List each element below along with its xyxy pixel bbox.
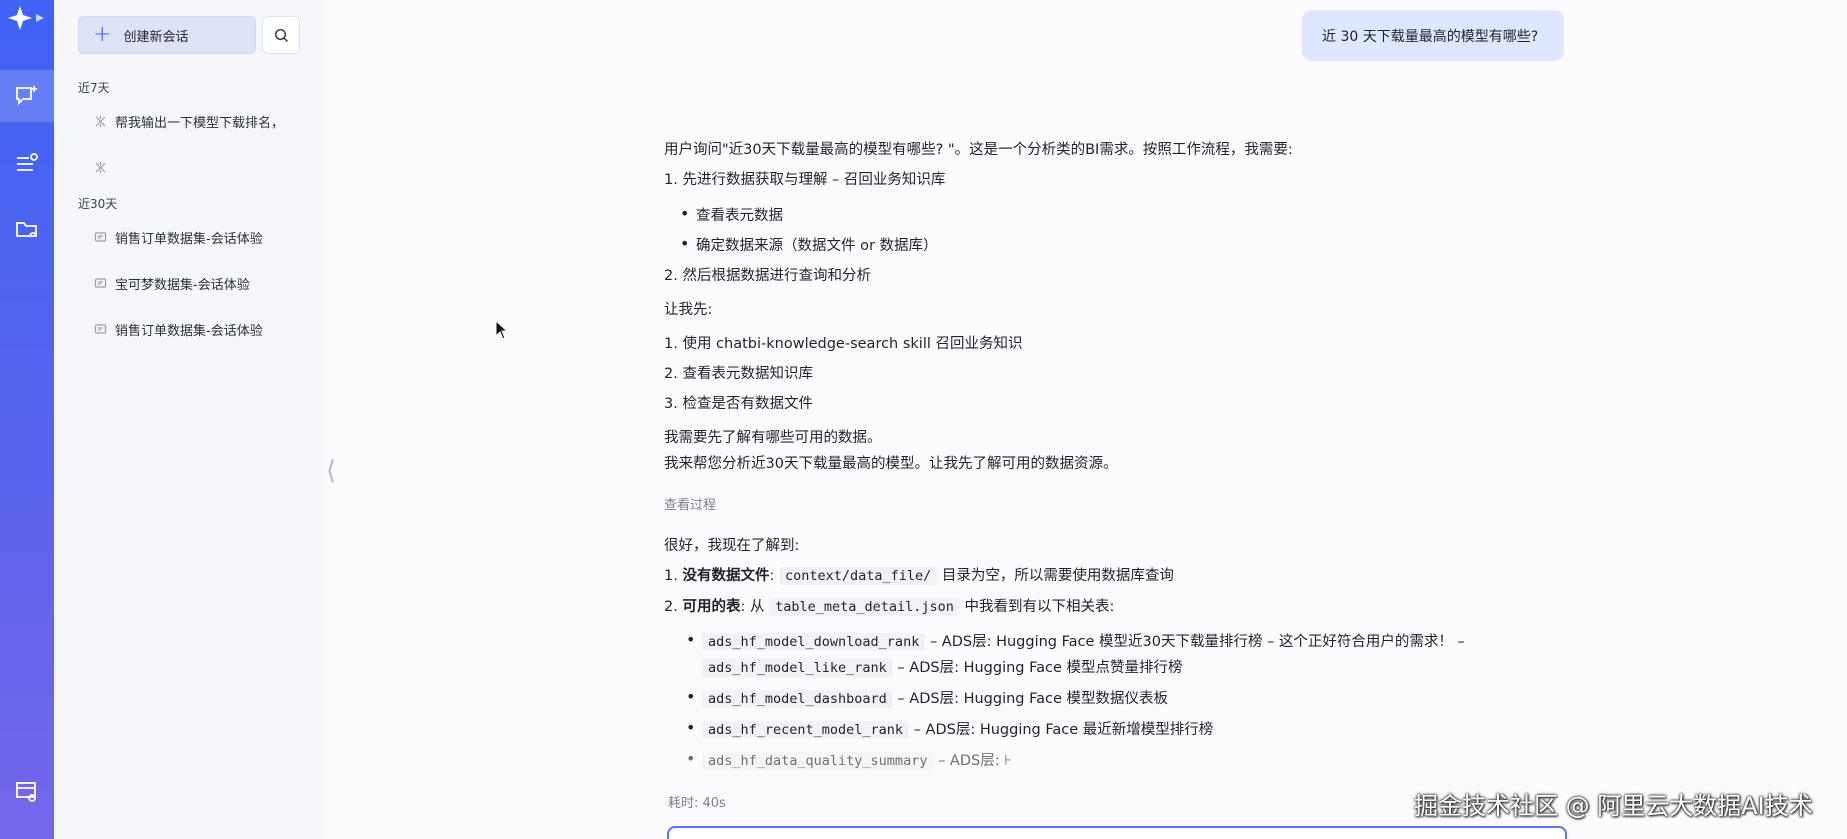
list-item: 2. 查看表元数据知识库 <box>664 366 813 382</box>
conversation-item[interactable]: 销售订单数据集-会话体验 <box>78 222 314 252</box>
plus-icon: + <box>93 22 112 47</box>
inline-code: ads_hf_model_like_rank <box>702 659 893 677</box>
app-logo-icon[interactable] <box>8 4 48 32</box>
app-rail <box>0 0 54 839</box>
text: – ADS层: Hugging Face 最近新增模型排行榜 <box>913 722 1214 738</box>
text: : <box>769 568 775 584</box>
search-icon <box>274 28 288 42</box>
assistant-text: 我需要先了解有哪些可用的数据。 <box>664 430 882 446</box>
inline-code: table_meta_detail.json <box>769 598 960 616</box>
text: – ADS层: Hugging Face 模型点赞量排行榜 <box>897 660 1183 676</box>
elapsed-time: 耗时: 40s <box>668 796 726 811</box>
list-item: 查看表元数据 <box>680 204 783 225</box>
conversation-sidebar: + 创建新会话 近7天 帮我输出一下模型下载排名， 近30天 销售订单数据集-会… <box>54 0 324 839</box>
bold-text: 可用的表 <box>682 599 741 615</box>
inline-code: context/data_file/ <box>778 567 938 585</box>
collapse-sidebar-icon[interactable]: ⟨ <box>326 456 336 486</box>
conversation-title: 帮我输出一下模型下载排名， <box>115 115 285 131</box>
mouse-cursor-icon <box>495 320 509 340</box>
list-num: 2. <box>664 599 678 615</box>
table-list-item: ads_hf_model_download_rank – ADS层: Huggi… <box>686 630 1465 651</box>
loading-icon <box>95 161 106 173</box>
list-item: 1. 没有数据文件: context/data_file/ 目录为空，所以需要使… <box>664 564 1174 585</box>
nav-folder-icon[interactable] <box>0 204 54 256</box>
loading-icon <box>95 115 106 127</box>
conversation-title: 宝可梦数据集-会话体验 <box>115 277 250 293</box>
chat-panel <box>324 0 1847 839</box>
view-process-link[interactable]: 查看过程 <box>664 494 716 513</box>
text: – ADS层: Hugging Face 模型近30天下载量排行榜 – 这个正好… <box>929 634 1465 650</box>
inline-code: ads_hf_model_dashboard <box>702 690 893 708</box>
chat-input-box[interactable] <box>667 826 1567 839</box>
user-message-text: 近 30 天下载量最高的模型有哪些? <box>1322 28 1539 45</box>
conversation-item[interactable] <box>78 152 314 182</box>
search-button[interactable] <box>262 16 300 54</box>
text: 目录为空，所以需要使用数据库查询 <box>941 568 1174 584</box>
inline-code: ads_hf_recent_model_rank <box>702 721 910 739</box>
nav-settings-icon[interactable] <box>0 766 54 818</box>
chat-icon <box>94 277 107 288</box>
new-chat-label: 创建新会话 <box>123 29 189 45</box>
assistant-text: 2. 然后根据数据进行查询和分析 <box>664 268 871 284</box>
list-item: 1. 使用 chatbi-knowledge-search skill 召回业务… <box>664 336 1023 352</box>
list-item: 3. 检查是否有数据文件 <box>664 396 813 412</box>
list-item: 确定数据来源（数据文件 or 数据库） <box>680 234 938 255</box>
assistant-text: 很好，我现在了解到: <box>664 538 800 554</box>
list-num: 1. <box>664 568 678 584</box>
conversation-title: 销售订单数据集-会话体验 <box>115 231 263 247</box>
assistant-text: 用户询问"近30天下载量最高的模型有哪些? "。这是一个分析类的BI需求。按照工… <box>664 142 1293 158</box>
inline-code: ads_hf_data_quality_summary <box>702 752 934 770</box>
list-item: 2. 可用的表: 从 table_meta_detail.json 中我看到有以… <box>664 595 1114 616</box>
table-list-item: ads_hf_model_like_rank – ADS层: Hugging F… <box>702 656 1183 677</box>
assistant-text: 1. 先进行数据获取与理解 – 召回业务知识库 <box>664 172 946 188</box>
nav-tasks-icon[interactable] <box>0 138 54 190</box>
conversation-item[interactable]: 宝可梦数据集-会话体验 <box>78 268 314 298</box>
inline-code: ads_hf_model_download_rank <box>702 633 926 651</box>
table-list-item: ads_hf_recent_model_rank – ADS层: Hugging… <box>686 718 1214 739</box>
bold-text: 没有数据文件 <box>682 568 770 584</box>
group-title-30d: 近30天 <box>78 197 118 211</box>
nav-chat-icon[interactable] <box>0 70 54 122</box>
chat-icon <box>94 323 107 334</box>
text: : 从 <box>740 599 765 615</box>
table-list-item: ads_hf_model_dashboard – ADS层: Hugging F… <box>686 687 1168 708</box>
new-chat-button[interactable]: + 创建新会话 <box>78 16 256 54</box>
watermark-text: 掘金技术社区 @ 阿里云大数据AI技术 <box>1414 792 1813 820</box>
assistant-text: 我来帮您分析近30天下载量最高的模型。让我先了解可用的数据资源。 <box>664 456 1118 472</box>
assistant-text: 让我先: <box>664 302 713 318</box>
user-message-bubble: 近 30 天下载量最高的模型有哪些? <box>1302 10 1564 61</box>
conversation-item[interactable]: 销售订单数据集-会话体验 <box>78 314 314 344</box>
text: – ADS层: Hugging Face 模型数据仪表板 <box>897 691 1168 707</box>
text: – ADS层: ⊦ <box>938 753 1012 769</box>
chat-icon <box>94 231 107 242</box>
conversation-item[interactable]: 帮我输出一下模型下载排名， <box>78 106 314 136</box>
conversation-title: 销售订单数据集-会话体验 <box>115 323 263 339</box>
group-title-7d: 近7天 <box>78 81 110 95</box>
table-list-item: ads_hf_data_quality_summary – ADS层: ⊦ <box>686 749 1012 770</box>
text: 中我看到有以下相关表: <box>964 599 1115 615</box>
